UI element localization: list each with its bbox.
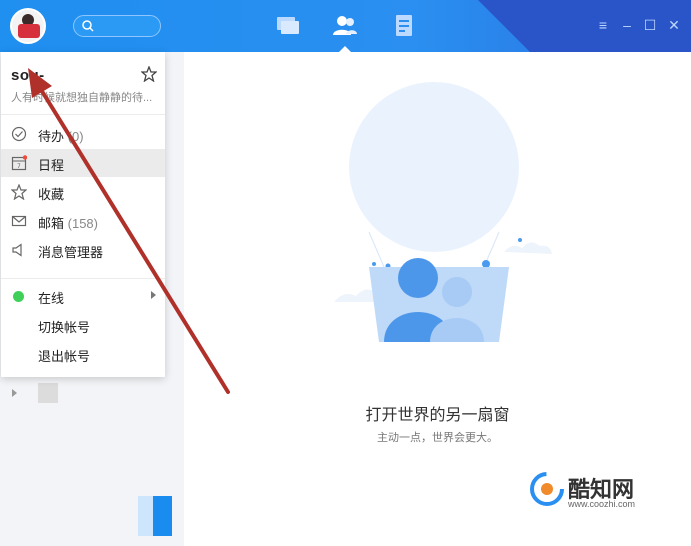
chevron-right-icon[interactable] bbox=[12, 389, 17, 397]
watermark-url: www.coozhi.com bbox=[568, 499, 636, 509]
menu-item-messages[interactable]: 消息管理器 bbox=[1, 236, 165, 264]
menu-item-favorites[interactable]: 收藏 bbox=[1, 178, 165, 206]
menu-item-count: (0) bbox=[67, 129, 84, 144]
close-icon[interactable]: ✕ bbox=[667, 18, 681, 32]
title-bar: ≡ – ☐ ✕ bbox=[0, 0, 691, 52]
title-bar-decoration bbox=[478, 0, 691, 52]
menu-item-label: 切换帐号 bbox=[38, 320, 91, 335]
contact-avatar bbox=[38, 383, 58, 403]
user-name: sou- bbox=[11, 67, 45, 84]
tab-workspace[interactable] bbox=[392, 13, 418, 39]
menu-item-label: 在线 bbox=[38, 291, 65, 306]
divider bbox=[1, 278, 165, 279]
user-signature[interactable]: 人有时候就想独自静静的待... bbox=[11, 89, 156, 105]
search-box[interactable] bbox=[73, 15, 161, 37]
menu-item-label: 消息管理器 bbox=[38, 245, 104, 260]
contacts-icon bbox=[333, 16, 357, 35]
chevron-right-icon bbox=[151, 291, 156, 299]
menu-item-switch-account[interactable]: 切换帐号 bbox=[1, 311, 165, 339]
mail-icon bbox=[11, 215, 27, 227]
profile-menu: sou- 人有时候就想独自静静的待... 待办 (0) 7 日程 收藏 邮箱 (… bbox=[1, 52, 165, 377]
menu-item-label: 退出帐号 bbox=[38, 349, 91, 364]
document-icon bbox=[396, 15, 412, 36]
watermark: 酷知网 www.coozhi.com bbox=[530, 472, 635, 511]
empty-state-subtitle: 主动一点，世界会更大。 bbox=[377, 432, 498, 444]
watermark-logo-icon bbox=[530, 472, 564, 506]
empty-state-title: 打开世界的另一扇窗 bbox=[365, 407, 510, 424]
svg-text:7: 7 bbox=[17, 163, 21, 170]
menu-item-mail[interactable]: 邮箱 (158) bbox=[1, 207, 165, 235]
menu-item-todo[interactable]: 待办 (0) bbox=[1, 120, 165, 148]
calendar-icon: 7 bbox=[11, 155, 27, 171]
tab-messages[interactable] bbox=[275, 13, 301, 39]
star-icon[interactable] bbox=[141, 66, 157, 82]
menu-item-label: 日程 bbox=[38, 158, 65, 173]
menu-item-logout[interactable]: 退出帐号 bbox=[1, 340, 165, 368]
menu-item-label: 收藏 bbox=[38, 187, 65, 202]
menu-item-count: (158) bbox=[67, 216, 98, 231]
online-status-dot bbox=[13, 291, 24, 302]
star-outline-icon bbox=[11, 184, 27, 200]
chat-icon bbox=[277, 17, 299, 34]
search-icon bbox=[82, 20, 94, 32]
menu-icon[interactable]: ≡ bbox=[596, 18, 610, 32]
avatar[interactable] bbox=[10, 8, 46, 44]
menu-item-label: 待办 bbox=[38, 129, 65, 144]
menu-item-status[interactable]: 在线 bbox=[1, 282, 165, 310]
menu-item-label: 邮箱 bbox=[38, 216, 65, 231]
menu-item-schedule[interactable]: 7 日程 bbox=[1, 149, 165, 177]
speaker-icon bbox=[12, 243, 22, 257]
tab-contacts[interactable] bbox=[332, 13, 358, 52]
blurred-thumbnail-accent bbox=[153, 496, 172, 536]
minimize-icon[interactable]: – bbox=[620, 18, 634, 32]
maximize-icon[interactable]: ☐ bbox=[643, 18, 657, 32]
divider bbox=[1, 114, 165, 115]
check-circle-icon bbox=[11, 126, 27, 142]
